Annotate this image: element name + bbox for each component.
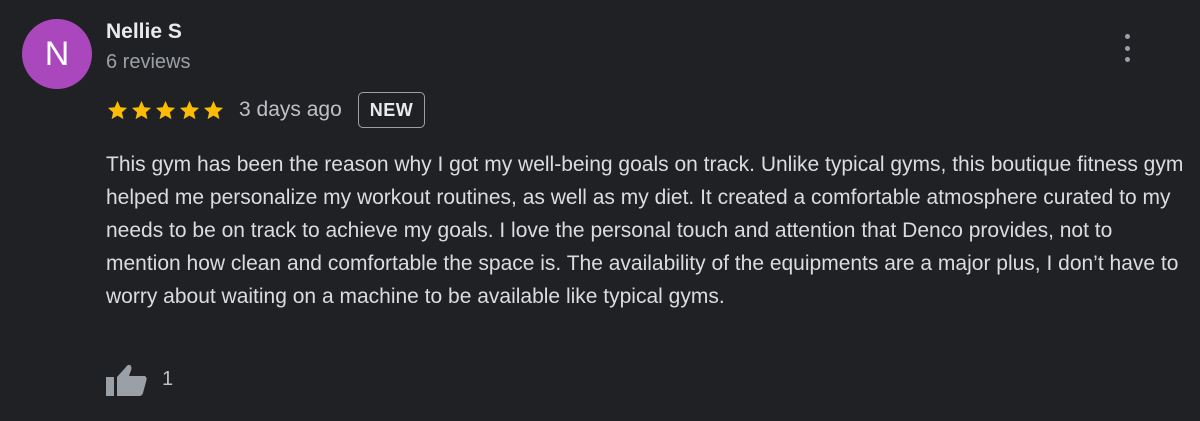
avatar[interactable]: N — [22, 19, 92, 89]
avatar-initial: N — [44, 35, 70, 73]
new-badge: NEW — [357, 92, 426, 128]
like-row: 1 — [106, 362, 173, 396]
star-rating — [106, 99, 225, 122]
star-icon — [155, 100, 176, 119]
star-icon — [179, 100, 200, 119]
reviewer-name[interactable]: Nellie S — [106, 20, 182, 44]
rating-row: 3 days ago NEW — [106, 91, 426, 129]
more-vert-icon — [1124, 34, 1130, 62]
like-button[interactable] — [106, 362, 148, 396]
star-icon — [203, 100, 224, 119]
star-icon — [107, 100, 128, 119]
thumbs-up-icon — [106, 364, 147, 396]
review-text: This gym has been the reason why I got m… — [106, 153, 1184, 308]
like-count: 1 — [162, 367, 174, 390]
review-count: 6 reviews — [106, 51, 191, 73]
review-date: 3 days ago — [239, 98, 342, 121]
more-options-button[interactable] — [1115, 34, 1139, 62]
star-icon — [131, 100, 152, 119]
